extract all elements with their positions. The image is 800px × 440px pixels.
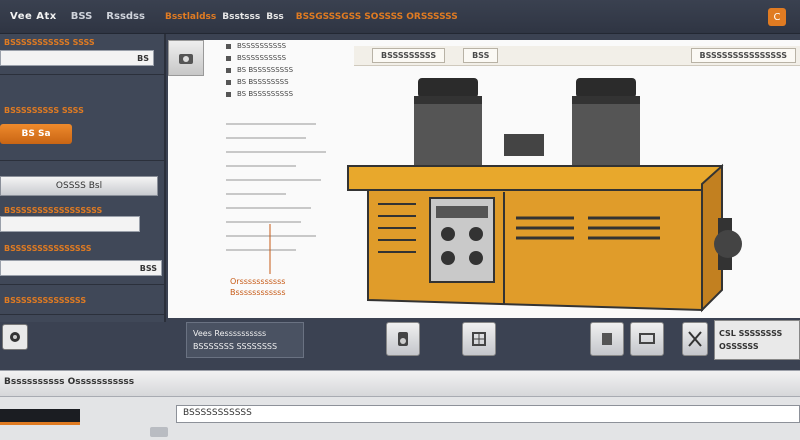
- info-card: CSL SSSSSSSS OSSSSSS: [714, 320, 800, 360]
- primary-button[interactable]: OSSSS Bsl: [0, 176, 158, 196]
- list-item: BSSSSSSSSSS: [226, 40, 344, 52]
- view-toggle-button[interactable]: [168, 40, 204, 76]
- menu-bar: BSS Rssdss: [71, 11, 159, 22]
- title-orange-label: BSSGSSSGSS SOSSSS ORSSSSSS: [295, 11, 458, 22]
- camera-icon[interactable]: [2, 324, 28, 350]
- tool-button-speaker[interactable]: [386, 322, 420, 356]
- bottom-toolbar: Vees Ressssssssss BSSSSSSS SSSSSSSS CSL …: [168, 318, 800, 362]
- menu-item-rssdss[interactable]: Rssdss: [106, 11, 145, 22]
- left-panel-input-2[interactable]: [0, 216, 140, 232]
- app-title: Vee Atx: [10, 11, 57, 22]
- sketch-lines: [226, 123, 326, 274]
- left-panel-input-1[interactable]: BS: [0, 50, 154, 66]
- footer-input[interactable]: BSSSSSSSSSSS: [176, 405, 800, 423]
- left-panel-label: BSSSSSSSSSSSSSSSSS: [4, 206, 103, 215]
- tool-button-measure[interactable]: [682, 322, 708, 356]
- section-header: Bssssssssss Osssssssssss: [0, 370, 800, 396]
- divider: [0, 284, 166, 285]
- left-panel: BSSSSSSSSSSS SSSS BS BSSSSSSSSS SSSS BS …: [0, 34, 166, 322]
- tool-button-monitor[interactable]: [630, 322, 664, 356]
- canvas-toolbar: BSSSSSSSSS BSS BSSSSSSSSSSSSSSS: [354, 46, 800, 66]
- tool-button-grid[interactable]: [462, 322, 496, 356]
- left-panel-label: BSSSSSSSSS SSSS: [4, 106, 84, 115]
- canvas-toolbar-item[interactable]: BSSSSSSSSSSSSSSS: [690, 48, 796, 63]
- title-bar: Vee Atx BSS Rssdss Bsstlaldss Bsstsss Bs…: [0, 0, 800, 34]
- annotation-label: Orsssssssssss Bssssssssssss: [230, 277, 286, 297]
- tab-bsstsss[interactable]: Bsstsss: [222, 12, 260, 22]
- model-canvas[interactable]: BSSSSSSSSSS BSSSSSSSSSS BS BSSSSSSSSS BS…: [168, 40, 800, 318]
- left-panel-label: BSSSSSSSSSSSSSSS: [4, 244, 92, 253]
- list-item: BS BSSSSSSSSS: [226, 88, 344, 100]
- canvas-toolbar-item[interactable]: BSS: [463, 48, 499, 63]
- measure-icon: [688, 331, 702, 347]
- section-title: Bssssssssss Osssssssssss: [4, 377, 135, 387]
- input-suffix: BS: [137, 53, 149, 63]
- corner-icon[interactable]: C: [768, 8, 786, 26]
- divider: [0, 314, 166, 315]
- left-panel-input-3[interactable]: BSS: [0, 260, 162, 276]
- footer: BSSSSSSSSSSS: [0, 396, 800, 440]
- input-suffix: BSS: [139, 263, 157, 273]
- left-panel-label: BSSSSSSSSSSSSSS: [4, 296, 87, 305]
- divider: [0, 74, 166, 75]
- tab-bsstlaldss[interactable]: Bsstlaldss: [165, 12, 216, 22]
- camera-icon: [179, 54, 193, 64]
- orange-action-button[interactable]: BS Sa: [0, 124, 72, 144]
- scrollbar-thumb[interactable]: [150, 427, 168, 437]
- divider: [0, 160, 166, 161]
- speaker-icon: [398, 332, 408, 346]
- generator-illustration: [347, 78, 742, 313]
- data-list: BSSSSSSSSSS BSSSSSSSSSS BS BSSSSSSSSS BS…: [226, 40, 344, 100]
- list-item: BS BSSSSSSSSS: [226, 64, 344, 76]
- tool-button-device[interactable]: [590, 322, 624, 356]
- left-panel-label: BSSSSSSSSSSS SSSS: [4, 38, 95, 47]
- canvas-toolbar-item[interactable]: BSSSSSSSSS: [372, 48, 446, 63]
- device-icon: [602, 333, 612, 345]
- status-card: Vees Ressssssssss BSSSSSSS SSSSSSSS: [186, 322, 304, 358]
- monitor-icon: [639, 333, 655, 344]
- list-item: BS BSSSSSSSS: [226, 76, 344, 88]
- progress-bar: [0, 409, 80, 425]
- list-item: BSSSSSSSSSS: [226, 52, 344, 64]
- tab-bss[interactable]: Bss: [266, 12, 284, 22]
- menu-item-bss[interactable]: BSS: [71, 11, 93, 22]
- grid-icon: [472, 332, 486, 346]
